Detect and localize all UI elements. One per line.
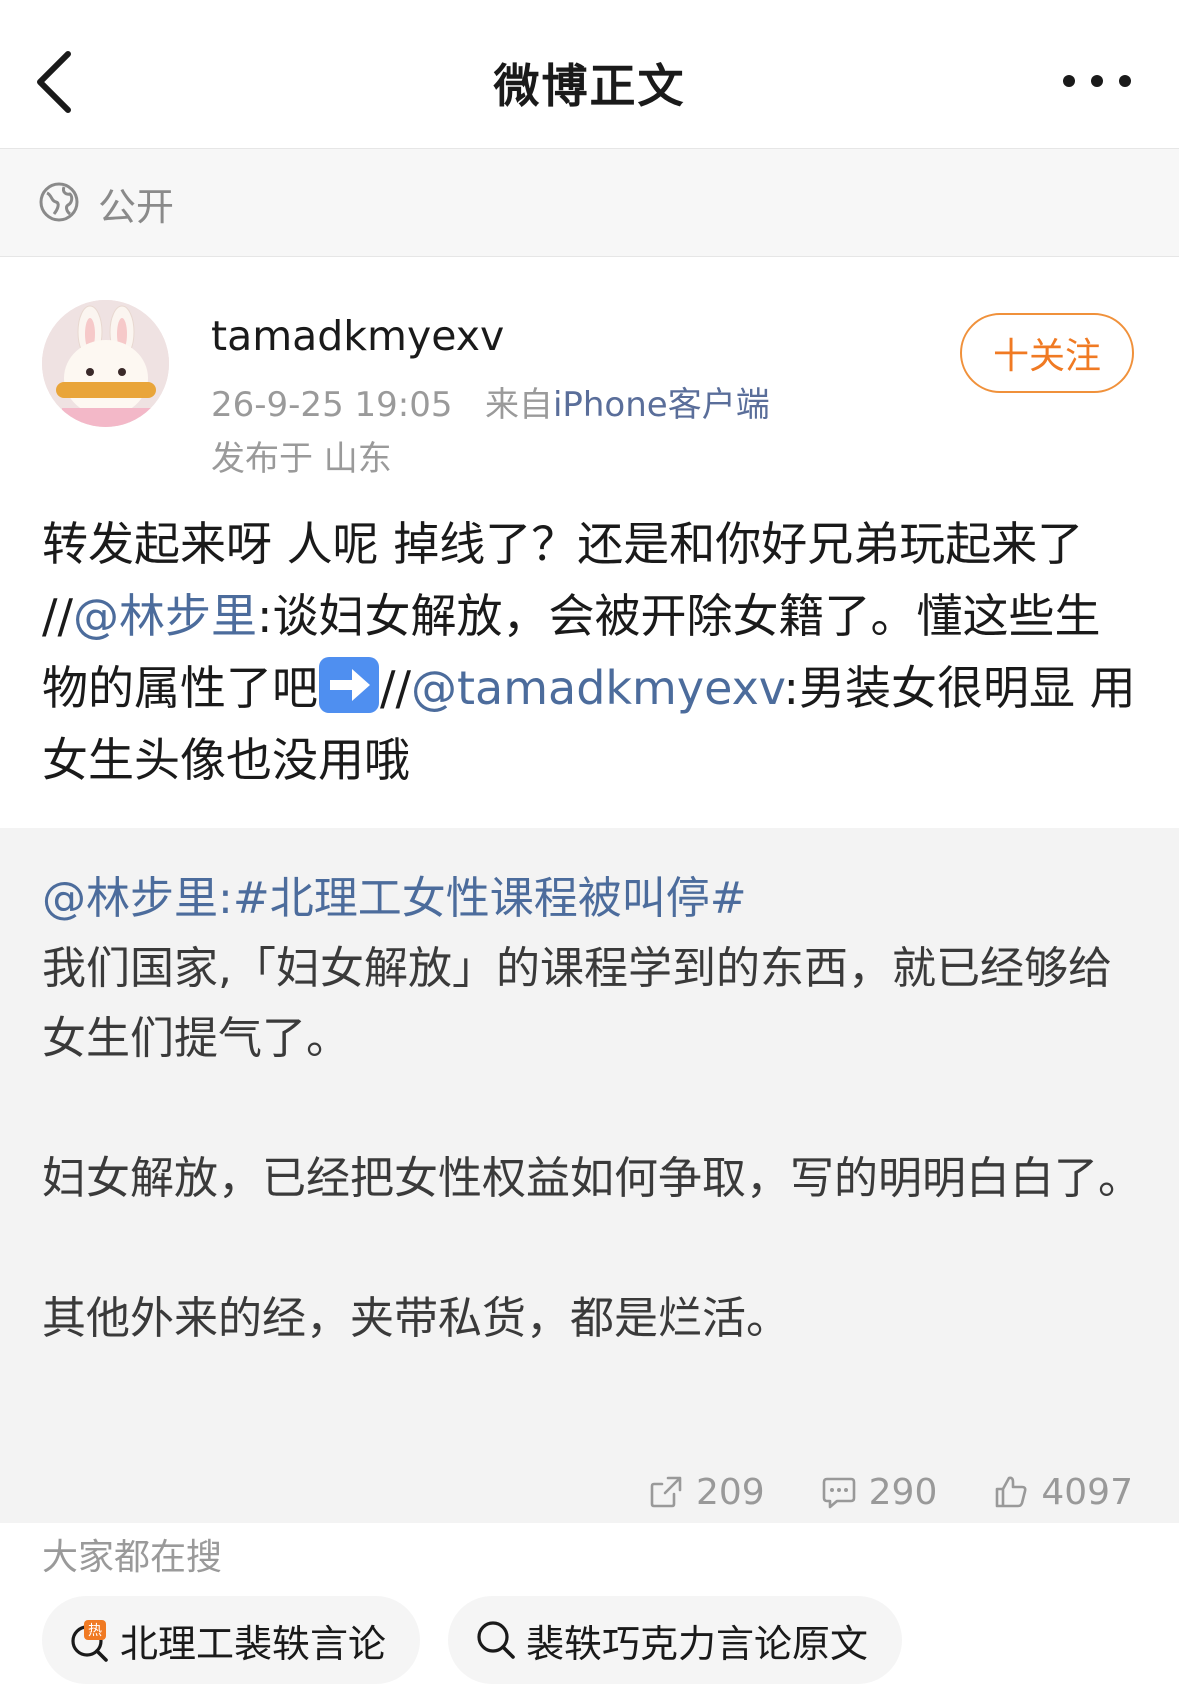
mention-link[interactable]: @tamadkmyexv — [411, 661, 784, 715]
more-button[interactable] — [1057, 66, 1137, 96]
bunny-avatar-image — [42, 300, 169, 427]
repost-button[interactable]: 209 — [648, 1472, 765, 1513]
trending-chip[interactable]: 热 北理工裴轶言论 — [42, 1596, 421, 1684]
repost-icon — [650, 1476, 682, 1508]
quoted-paragraph: 妇女解放，已经把女性权益如何争取，写的明明白白了。 — [42, 1153, 1142, 1204]
thumbs-up-icon — [996, 1476, 1027, 1508]
hashtag-link[interactable]: #北理工女性课程被叫停# — [233, 873, 747, 924]
action-bar: 209 290 4097 — [648, 1468, 1133, 1516]
timestamp: 26-9-25 19:05 — [211, 385, 453, 425]
top-bar: 微博正文 — [0, 0, 1179, 149]
follow-button[interactable]: 十关注 — [960, 313, 1134, 393]
visibility-label: 公开 — [98, 185, 175, 229]
quoted-body: @林步里:#北理工女性课程被叫停# 我们国家,「妇女解放」的课程学到的东西，就已… — [42, 864, 1142, 1354]
quoted-post[interactable]: @林步里:#北理工女性课程被叫停# 我们国家,「妇女解放」的课程学到的东西，就已… — [0, 828, 1179, 1523]
repost-count: 209 — [695, 1471, 765, 1513]
quoted-header: @林步里:#北理工女性课程被叫停# — [42, 864, 1142, 934]
right-arrow-emoji-icon — [319, 657, 379, 713]
comment-count: 290 — [868, 1471, 938, 1513]
quoted-mention[interactable]: @林步里 — [42, 873, 218, 924]
trending-chip[interactable]: 裴轶巧克力言论原文 — [448, 1596, 903, 1684]
avatar[interactable] — [42, 300, 169, 427]
search-icon — [477, 1621, 515, 1659]
comment-icon — [822, 1477, 855, 1509]
source-link[interactable]: iPhone客户端 — [553, 385, 770, 425]
visibility-row: 公开 — [0, 149, 1179, 257]
from-label: 来自 — [484, 385, 553, 425]
mention-link[interactable]: @林步里 — [73, 589, 257, 643]
like-button[interactable]: 4097 — [993, 1472, 1133, 1513]
like-count: 4097 — [1041, 1471, 1133, 1513]
quoted-paragraph: 其他外来的经，夹带私货，都是烂活。 — [42, 1293, 790, 1344]
username[interactable]: tamadkmyexv — [211, 312, 504, 360]
chip-label: 北理工裴轶言论 — [120, 1621, 387, 1666]
comment-button[interactable]: 290 — [821, 1471, 938, 1513]
quoted-colon: : — [218, 873, 233, 924]
page-title: 微博正文 — [493, 59, 686, 113]
more-horizontal-icon — [1063, 75, 1131, 87]
hot-search-icon: 热 — [71, 1620, 108, 1662]
location: 发布于 山东 — [211, 439, 392, 479]
chip-label: 裴轶巧克力言论原文 — [526, 1621, 869, 1666]
post-text: 转发起来呀 人呢 掉线了？还是和你好兄弟玩起来了 //@林步里:谈妇女解放，会被… — [42, 508, 1142, 796]
post-text-part: // — [380, 661, 411, 715]
globe-icon — [39, 182, 79, 222]
trending-title: 大家都在搜 — [42, 1537, 223, 1578]
svg-text:热: 热 — [88, 1623, 102, 1639]
post-meta: 26-9-25 19:05 来自iPhone客户端 — [211, 377, 770, 426]
quoted-paragraph: 我们国家,「妇女解放」的课程学到的东西，就已经够给女生们提气了。 — [42, 943, 1112, 1064]
